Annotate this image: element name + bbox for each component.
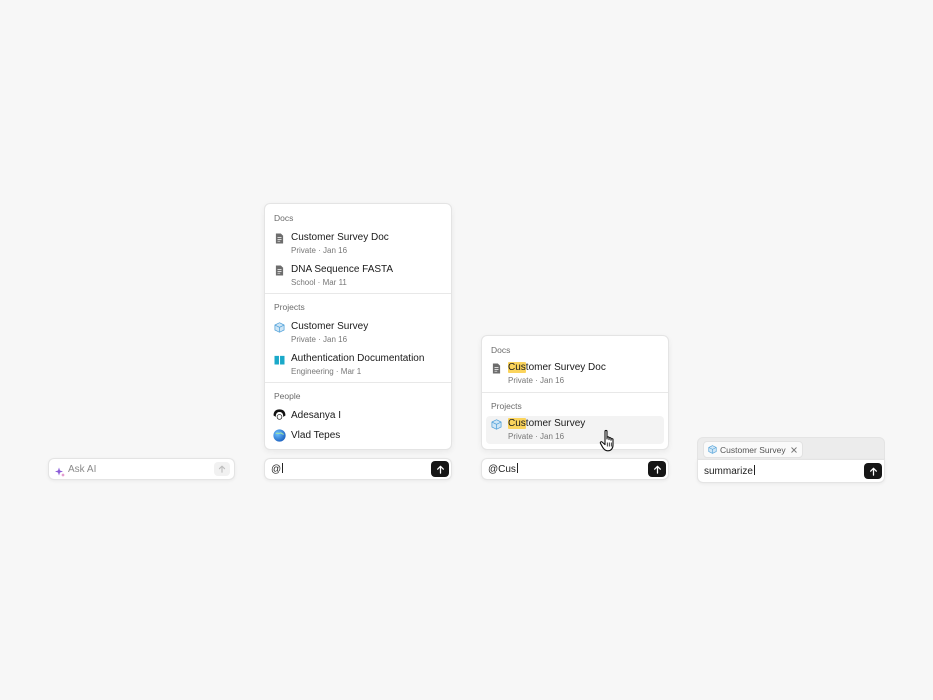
- item-meta: Private · Jan 16: [291, 335, 348, 344]
- book-icon: [274, 354, 285, 365]
- prompt-input[interactable]: summarize: [704, 460, 755, 483]
- send-button-disabled[interactable]: [214, 462, 230, 476]
- section-label-projects: Projects: [491, 401, 522, 411]
- document-icon: [274, 265, 285, 276]
- arrow-up-icon: [869, 467, 877, 476]
- ask-ai-input-bar[interactable]: Ask AI: [48, 458, 235, 480]
- list-item-doc[interactable]: DNA Sequence FASTA School · Mar 11: [269, 262, 447, 290]
- list-item-doc[interactable]: Customer Survey Doc Private · Jan 16: [486, 360, 664, 388]
- mention-menu: Docs Customer Survey Doc Private · Jan 1…: [264, 203, 452, 450]
- close-icon[interactable]: [790, 446, 797, 453]
- item-meta: Private · Jan 16: [508, 432, 565, 441]
- divider: [482, 392, 668, 393]
- text-caret: [753, 465, 755, 475]
- title-rest: tomer Survey: [525, 418, 586, 429]
- item-title: Customer Survey: [291, 321, 369, 332]
- prompt-input-bar[interactable]: summarize: [697, 459, 885, 483]
- section-label-people: People: [274, 391, 301, 401]
- title-rest: tomer Survey Doc: [525, 362, 606, 373]
- chip-label: Customer Survey: [720, 444, 786, 455]
- item-title: Customer Survey Doc: [291, 232, 389, 243]
- ask-ai-placeholder: Ask AI: [68, 464, 97, 475]
- avatar: [273, 409, 286, 422]
- list-item-project[interactable]: Authentication Documentation Engineering…: [269, 351, 447, 379]
- document-icon: [491, 363, 502, 374]
- filter-input-bar[interactable]: @Cus: [481, 458, 669, 480]
- person-name: Adesanya I: [291, 410, 342, 421]
- match-highlight: Cus: [508, 362, 526, 373]
- send-button[interactable]: [648, 461, 666, 477]
- person-name: Vlad Tepes: [291, 430, 341, 441]
- list-item-project[interactable]: Customer Survey Private · Jan 16: [269, 319, 447, 347]
- context-chip-tray: Customer Survey: [697, 437, 885, 461]
- arrow-up-icon: [653, 465, 661, 474]
- mention-input[interactable]: @Cus: [488, 459, 518, 480]
- hand-pointer-icon: [599, 429, 619, 453]
- cube-icon: [708, 445, 717, 454]
- sparkle-icon: [55, 464, 65, 477]
- item-title: Customer Survey: [508, 418, 585, 429]
- match-highlight: Cus: [508, 418, 526, 429]
- cube-icon: [491, 419, 502, 430]
- input-value: @: [271, 464, 282, 475]
- item-meta: Private · Jan 16: [508, 376, 565, 385]
- input-value: @Cus: [488, 464, 516, 475]
- item-title: Customer Survey Doc: [508, 362, 606, 373]
- filtered-mention-menu: Docs Customer Survey Doc Private · Jan 1…: [481, 335, 669, 450]
- cube-icon: [274, 322, 285, 333]
- section-label-docs: Docs: [491, 345, 511, 355]
- arrow-up-icon: [218, 465, 226, 473]
- input-value: summarize: [704, 466, 753, 477]
- list-item-person[interactable]: Adesanya I: [269, 408, 447, 424]
- section-label-projects: Projects: [274, 302, 305, 312]
- list-item-doc[interactable]: Customer Survey Doc Private · Jan 16: [269, 230, 447, 258]
- context-chip[interactable]: Customer Survey: [703, 441, 803, 458]
- send-button[interactable]: [431, 461, 449, 477]
- text-caret: [516, 463, 518, 473]
- mention-input-bar[interactable]: @: [264, 458, 452, 480]
- item-meta: School · Mar 11: [291, 278, 347, 287]
- avatar: [273, 429, 286, 442]
- section-label-docs: Docs: [274, 213, 294, 223]
- item-meta: Engineering · Mar 1: [291, 367, 362, 376]
- document-icon: [274, 233, 285, 244]
- item-meta: Private · Jan 16: [291, 246, 348, 255]
- divider: [265, 293, 451, 294]
- mention-input[interactable]: @: [271, 459, 284, 480]
- text-caret: [282, 463, 284, 473]
- item-title: DNA Sequence FASTA: [291, 264, 394, 275]
- list-item-project-hovered[interactable]: Customer Survey Private · Jan 16: [486, 416, 664, 444]
- list-item-person[interactable]: Vlad Tepes: [269, 428, 447, 444]
- arrow-up-icon: [436, 465, 444, 474]
- divider: [265, 382, 451, 383]
- item-title: Authentication Documentation: [291, 353, 425, 364]
- send-button[interactable]: [864, 463, 882, 479]
